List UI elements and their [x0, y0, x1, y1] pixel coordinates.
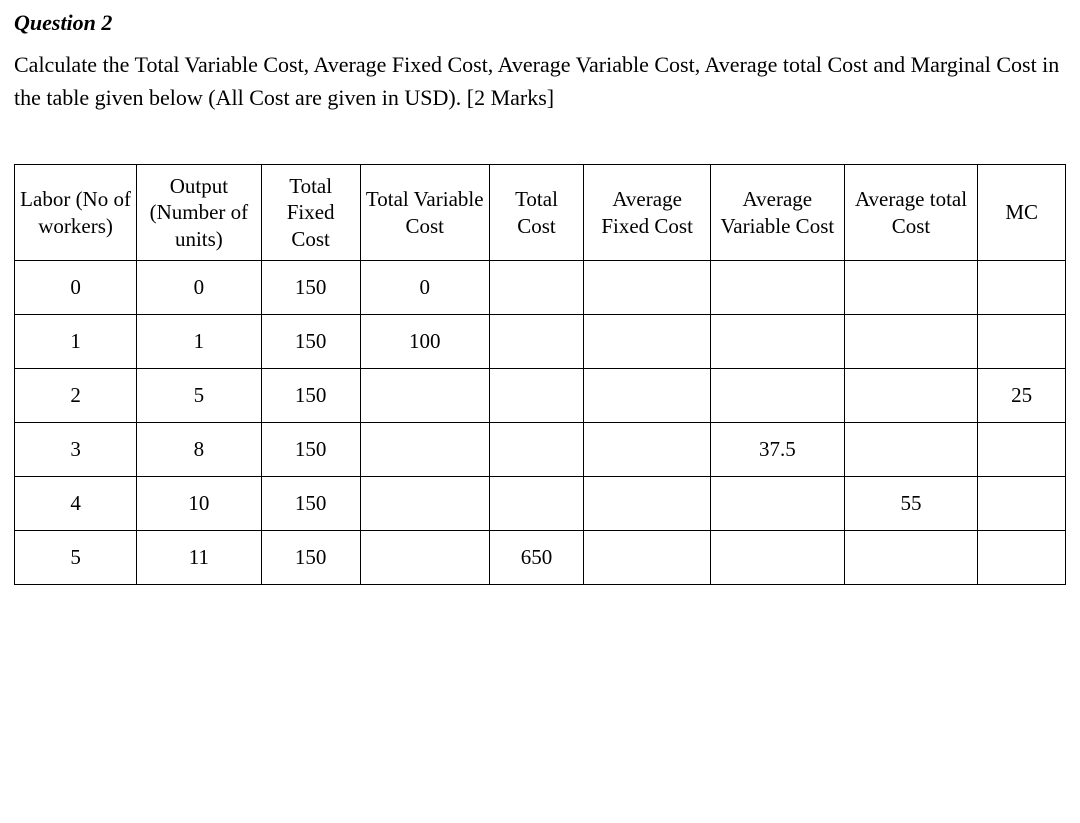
question-prompt: Calculate the Total Variable Cost, Avera… — [14, 48, 1066, 114]
cell-atc — [844, 315, 978, 369]
cell-afc — [584, 477, 711, 531]
cell-tc — [489, 261, 583, 315]
header-afc: Average Fixed Cost — [584, 165, 711, 261]
cell-atc — [844, 531, 978, 585]
cell-avc — [711, 261, 845, 315]
cell-avc — [711, 369, 845, 423]
cell-tfc: 150 — [261, 261, 360, 315]
cell-tfc: 150 — [261, 531, 360, 585]
question-title: Question 2 — [14, 10, 1066, 36]
header-mc: MC — [978, 165, 1066, 261]
cell-tfc: 150 — [261, 369, 360, 423]
cell-labor: 0 — [15, 261, 137, 315]
cell-tvc — [360, 531, 489, 585]
table-row: 0 0 150 0 — [15, 261, 1066, 315]
header-labor: Labor (No of workers) — [15, 165, 137, 261]
header-avc: Average Variable Cost — [711, 165, 845, 261]
cell-labor: 2 — [15, 369, 137, 423]
cell-afc — [584, 531, 711, 585]
header-tc: Total Cost — [489, 165, 583, 261]
cell-output: 5 — [137, 369, 261, 423]
cell-tfc: 150 — [261, 315, 360, 369]
cell-labor: 5 — [15, 531, 137, 585]
cell-afc — [584, 315, 711, 369]
cell-labor: 1 — [15, 315, 137, 369]
table-row: 3 8 150 37.5 — [15, 423, 1066, 477]
cell-avc — [711, 477, 845, 531]
table-row: 1 1 150 100 — [15, 315, 1066, 369]
table-row: 2 5 150 25 — [15, 369, 1066, 423]
cell-tvc: 100 — [360, 315, 489, 369]
cell-output: 0 — [137, 261, 261, 315]
cell-mc — [978, 261, 1066, 315]
cell-tc — [489, 315, 583, 369]
header-output: Output (Number of units) — [137, 165, 261, 261]
cell-atc — [844, 369, 978, 423]
cell-tvc — [360, 423, 489, 477]
header-tfc: Total Fixed Cost — [261, 165, 360, 261]
cell-output: 10 — [137, 477, 261, 531]
cell-avc: 37.5 — [711, 423, 845, 477]
header-atc: Average total Cost — [844, 165, 978, 261]
cell-tfc: 150 — [261, 423, 360, 477]
cell-output: 1 — [137, 315, 261, 369]
header-tvc: Total Variable Cost — [360, 165, 489, 261]
cell-avc — [711, 531, 845, 585]
cell-tvc: 0 — [360, 261, 489, 315]
cell-atc — [844, 261, 978, 315]
cell-atc: 55 — [844, 477, 978, 531]
cell-tc — [489, 477, 583, 531]
cell-afc — [584, 369, 711, 423]
table-row: 4 10 150 55 — [15, 477, 1066, 531]
cell-labor: 3 — [15, 423, 137, 477]
table-row: 5 11 150 650 — [15, 531, 1066, 585]
cell-avc — [711, 315, 845, 369]
cell-tvc — [360, 369, 489, 423]
table-header-row: Labor (No of workers) Output (Number of … — [15, 165, 1066, 261]
cell-output: 8 — [137, 423, 261, 477]
cell-mc: 25 — [978, 369, 1066, 423]
cell-tc — [489, 423, 583, 477]
cell-tc — [489, 369, 583, 423]
cell-mc — [978, 315, 1066, 369]
cell-labor: 4 — [15, 477, 137, 531]
cell-mc — [978, 531, 1066, 585]
cell-tfc: 150 — [261, 477, 360, 531]
cost-table: Labor (No of workers) Output (Number of … — [14, 164, 1066, 585]
cell-afc — [584, 261, 711, 315]
cell-mc — [978, 477, 1066, 531]
cell-tvc — [360, 477, 489, 531]
cell-output: 11 — [137, 531, 261, 585]
cell-atc — [844, 423, 978, 477]
cell-afc — [584, 423, 711, 477]
cell-mc — [978, 423, 1066, 477]
cell-tc: 650 — [489, 531, 583, 585]
